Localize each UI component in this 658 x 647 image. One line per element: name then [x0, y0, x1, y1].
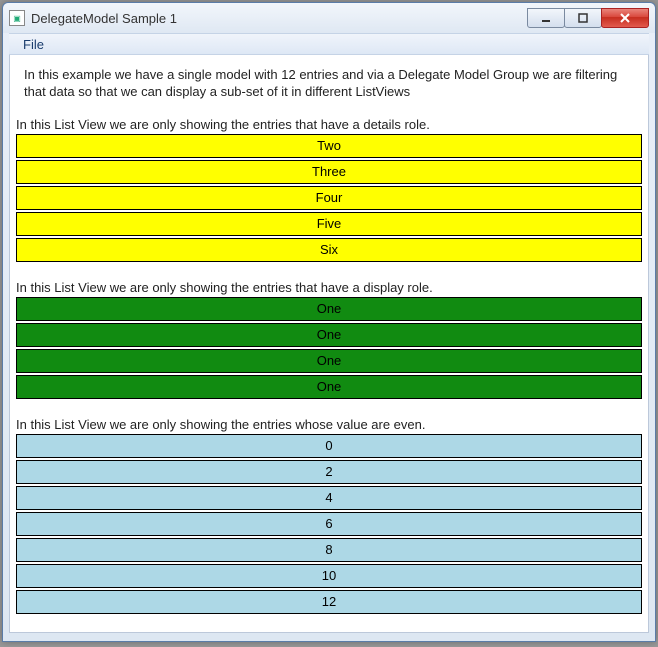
list-item[interactable]: 6 [16, 512, 642, 536]
list-item[interactable]: 2 [16, 460, 642, 484]
section3-label: In this List View we are only showing th… [16, 417, 642, 432]
list-item[interactable]: One [16, 297, 642, 321]
list-item[interactable]: One [16, 323, 642, 347]
section1-label: In this List View we are only showing th… [16, 117, 642, 132]
list-item[interactable]: One [16, 375, 642, 399]
window-title: DelegateModel Sample 1 [31, 11, 528, 26]
listview-even[interactable]: 0 2 4 6 8 10 12 [16, 434, 642, 614]
menu-file[interactable]: File [17, 35, 50, 54]
list-item[interactable]: Two [16, 134, 642, 158]
list-item[interactable]: 8 [16, 538, 642, 562]
intro-text: In this example we have a single model w… [16, 67, 642, 117]
listview-display[interactable]: One One One One [16, 297, 642, 399]
list-item[interactable]: 4 [16, 486, 642, 510]
section2-label: In this List View we are only showing th… [16, 280, 642, 295]
app-icon: ▣ [9, 10, 25, 26]
list-item[interactable]: Five [16, 212, 642, 236]
client-area: In this example we have a single model w… [9, 55, 649, 633]
window-controls [528, 8, 649, 28]
list-item[interactable]: 12 [16, 590, 642, 614]
maximize-button[interactable] [564, 8, 602, 28]
minimize-button[interactable] [527, 8, 565, 28]
list-item[interactable]: Six [16, 238, 642, 262]
list-item[interactable]: Four [16, 186, 642, 210]
list-item[interactable]: 10 [16, 564, 642, 588]
titlebar[interactable]: ▣ DelegateModel Sample 1 [3, 3, 655, 33]
menubar: File [9, 33, 649, 55]
list-item[interactable]: One [16, 349, 642, 373]
close-button[interactable] [601, 8, 649, 28]
listview-details[interactable]: Two Three Four Five Six [16, 134, 642, 262]
list-item[interactable]: 0 [16, 434, 642, 458]
application-window: ▣ DelegateModel Sample 1 File In this ex… [2, 2, 656, 642]
list-item[interactable]: Three [16, 160, 642, 184]
